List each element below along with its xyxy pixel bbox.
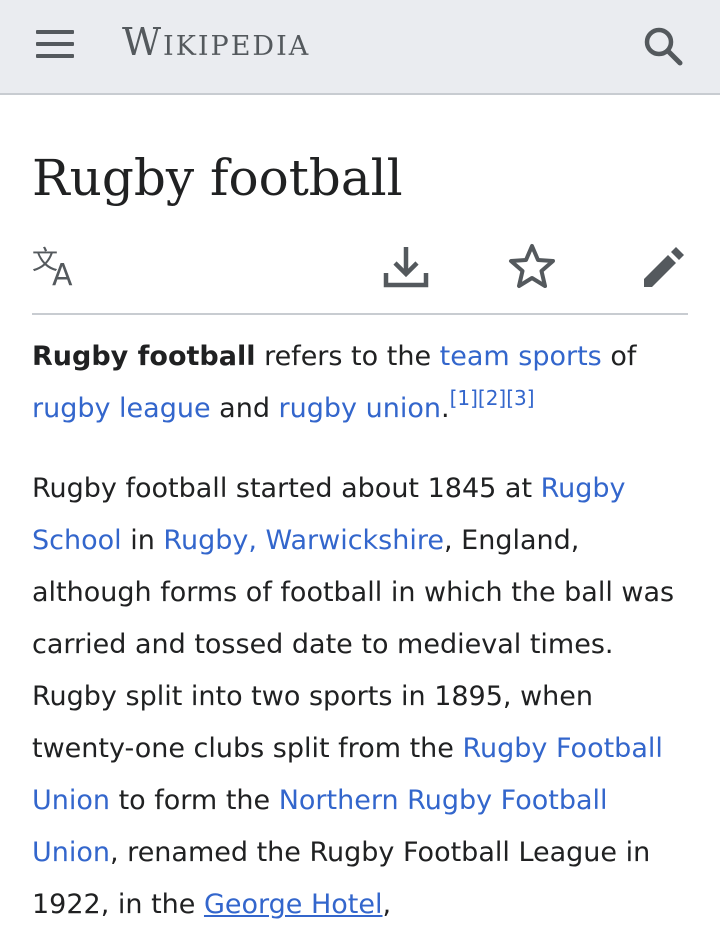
- language-icon[interactable]: 文 A: [32, 241, 84, 293]
- search-icon[interactable]: [642, 25, 684, 67]
- page-actions-bar: 文 A: [32, 221, 688, 315]
- text: and: [210, 393, 279, 424]
- text: of: [601, 341, 637, 372]
- bold-term: Rugby football: [32, 341, 256, 372]
- text: ,: [382, 889, 392, 920]
- article-content: Rugby football 文 A Rugby football refers…: [0, 95, 720, 931]
- text: , England, although forms of football in…: [32, 525, 675, 764]
- page-title: Rugby football: [32, 149, 403, 207]
- link-team-sports[interactable]: team sports: [440, 341, 602, 372]
- download-icon[interactable]: [380, 241, 432, 293]
- lead-paragraph: Rugby football refers to the team sports…: [32, 331, 688, 435]
- link-rugby-union[interactable]: rugby union: [279, 393, 441, 424]
- history-paragraph: Rugby football started about 1845 at Rug…: [32, 463, 688, 931]
- text: to form the: [110, 785, 279, 816]
- link-george-hotel[interactable]: George Hotel: [204, 889, 383, 920]
- text: refers to the: [255, 341, 440, 372]
- link-rugby-warwickshire[interactable]: Rugby, Warwickshire: [163, 525, 444, 556]
- citation-2[interactable]: [2]: [478, 386, 506, 410]
- citation-1[interactable]: [1]: [450, 386, 478, 410]
- star-icon[interactable]: [506, 241, 558, 293]
- link-rugby-league[interactable]: rugby league: [32, 393, 211, 424]
- svg-text:A: A: [52, 258, 73, 293]
- menu-icon[interactable]: [36, 30, 74, 58]
- text: Rugby football started about 1845 at: [32, 473, 541, 504]
- edit-icon[interactable]: [636, 241, 688, 293]
- text: in: [121, 525, 164, 556]
- top-bar: Wikipedia: [0, 0, 720, 95]
- wikipedia-logo[interactable]: Wikipedia: [122, 20, 310, 64]
- text: .: [440, 393, 450, 424]
- citation-3[interactable]: [3]: [506, 386, 534, 410]
